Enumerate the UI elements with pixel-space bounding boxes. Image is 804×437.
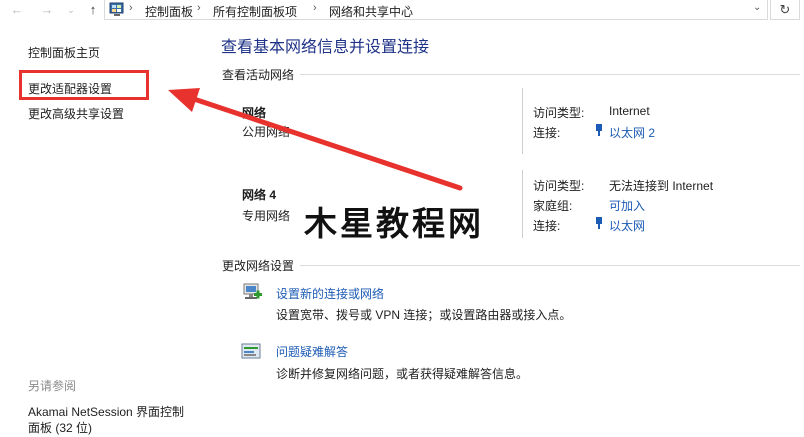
watermark: 木星教程网 (304, 204, 484, 243)
